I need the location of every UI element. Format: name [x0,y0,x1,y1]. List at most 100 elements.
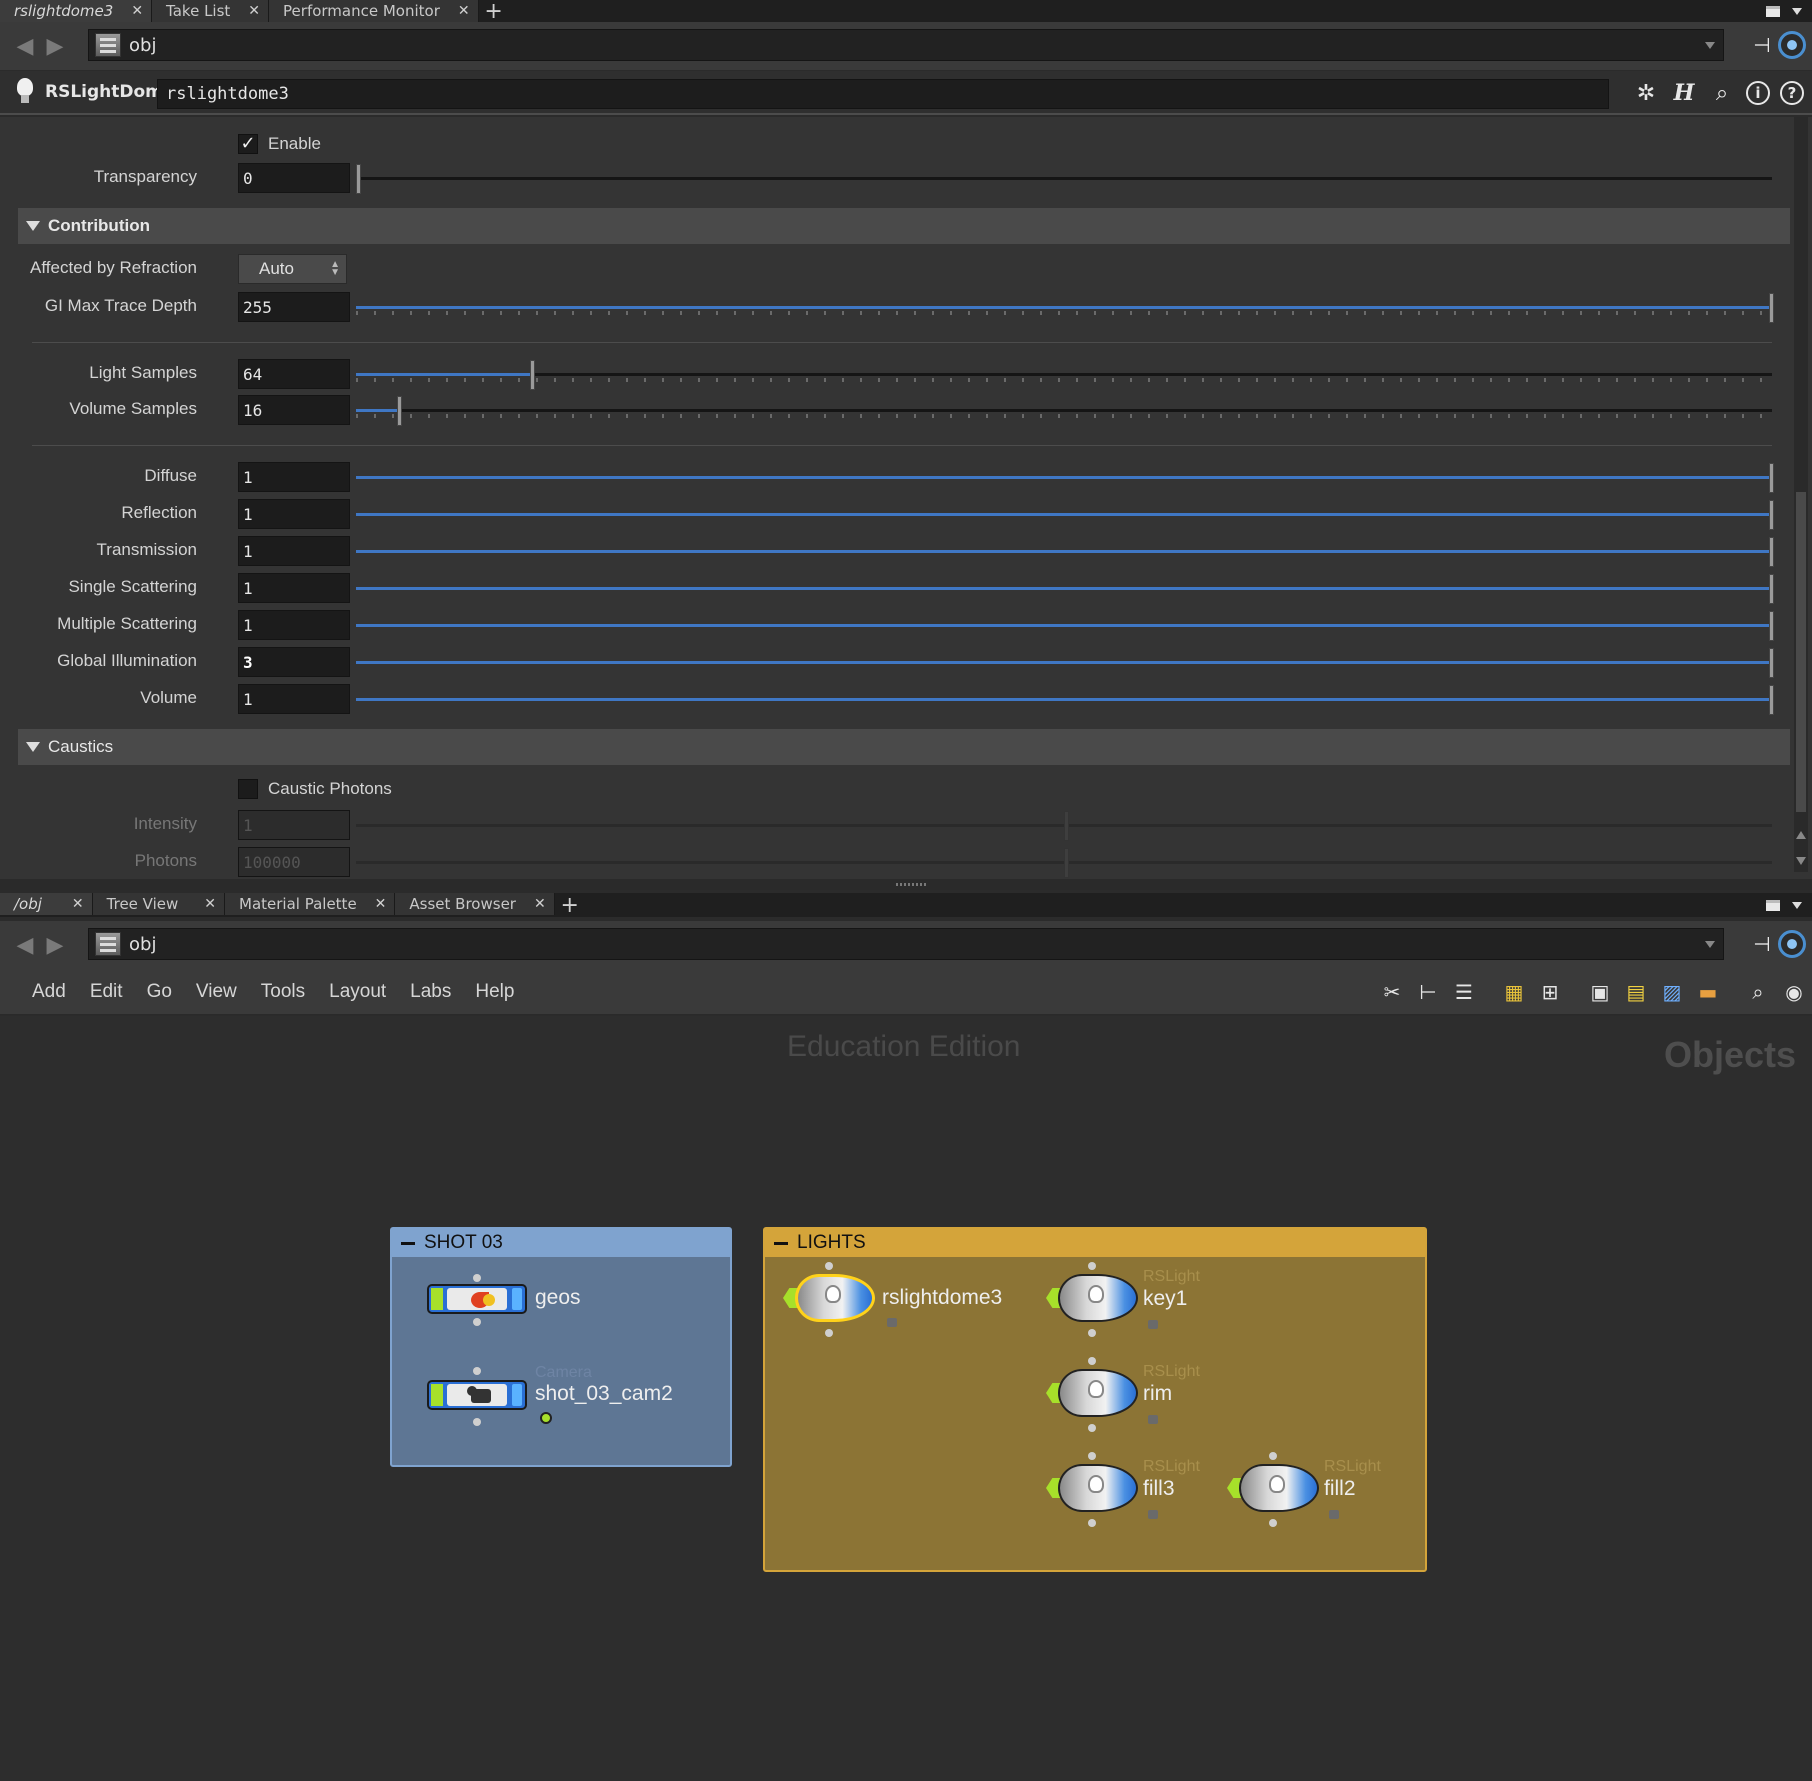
contribution-section[interactable]: Contribution [18,208,1790,244]
scroll-up-icon[interactable] [1796,831,1806,839]
volume-slider[interactable] [356,685,1774,715]
menu-labs[interactable]: Labs [410,981,451,1003]
back-arrow-icon[interactable]: ◀ [10,31,40,61]
background-image-icon[interactable]: ▨ [1658,978,1686,1006]
link-icon[interactable] [1778,31,1806,59]
path-dropdown-icon[interactable] [1705,42,1715,49]
parameter-scrollbar[interactable] [1794,117,1808,872]
camera-node-icon[interactable] [427,1380,527,1410]
pane-menu-icon[interactable] [1792,901,1802,909]
light-node-icon[interactable] [1046,1365,1138,1421]
multiple-scattering-slider[interactable] [356,611,1774,641]
menu-view[interactable]: View [196,981,237,1003]
volume-field[interactable]: 1 [238,684,350,714]
menu-edit[interactable]: Edit [90,981,123,1003]
maximize-icon[interactable] [1766,5,1780,17]
path-field[interactable]: obj [88,928,1724,960]
caustics-section[interactable]: Caustics [18,729,1790,765]
network-box-icon[interactable]: ▣ [1586,978,1614,1006]
gi-max-trace-depth-field[interactable]: 255 [238,292,350,322]
pane-divider[interactable] [0,879,1812,890]
multiple-scattering-field[interactable]: 1 [238,610,350,640]
light-samples-slider[interactable] [356,360,1772,390]
geometry-node-icon[interactable] [427,1284,527,1314]
gi-max-trace-depth-slider[interactable] [356,293,1774,323]
single-scattering-slider[interactable] [356,574,1774,604]
box-header[interactable]: SHOT 03 [392,1229,730,1257]
volume-samples-slider[interactable] [356,396,1772,426]
transmission-field[interactable]: 1 [238,536,350,566]
help-icon[interactable]: ? [1780,81,1804,105]
pane-menu-icon[interactable] [1792,7,1802,15]
tab-performance-monitor[interactable]: Performance Monitor ✕ [269,0,479,22]
wrench-icon[interactable]: ✂ [1378,978,1406,1006]
add-tab-icon[interactable]: + [479,0,509,24]
divider-grip[interactable] [896,883,926,886]
collapse-icon[interactable] [774,1241,788,1245]
tab-asset-browser[interactable]: Asset Browser ✕ [395,893,555,915]
transparency-slider[interactable] [356,164,1772,194]
box-header[interactable]: LIGHTS [765,1229,1425,1257]
light-samples-field[interactable]: 64 [238,359,350,389]
collapse-triangle-icon[interactable] [26,221,40,231]
dome-light-node-icon[interactable] [783,1270,875,1326]
eye-icon[interactable]: ◉ [1780,978,1808,1006]
transparency-field[interactable]: 0 [238,163,350,193]
forward-arrow-icon[interactable]: ▶ [40,31,70,61]
info-icon[interactable]: i [1746,81,1770,105]
color-palette-icon[interactable]: ▦ [1500,978,1528,1006]
menu-layout[interactable]: Layout [329,981,386,1003]
tab-take-list[interactable]: Take List ✕ [152,0,270,22]
forward-arrow-icon[interactable]: ▶ [40,930,70,960]
tab-obj[interactable]: /obj ✕ [0,893,93,915]
tree-icon[interactable]: ⊢ [1414,978,1442,1006]
path-dropdown-icon[interactable] [1705,941,1715,948]
network-view[interactable]: Education Edition Objects SHOT 03 geos C… [0,1016,1812,1781]
display-flag-icon[interactable] [540,1412,552,1424]
single-scattering-field[interactable]: 1 [238,573,350,603]
close-icon[interactable]: ✕ [131,3,143,19]
menu-tools[interactable]: Tools [261,981,305,1003]
link-icon[interactable] [1778,930,1806,958]
back-arrow-icon[interactable]: ◀ [10,930,40,960]
global-illumination-field[interactable]: 3 [238,647,350,677]
box-icon[interactable]: ▬ [1694,978,1722,1006]
pin-icon[interactable]: ⊣ [1750,34,1774,56]
volume-samples-field[interactable]: 16 [238,395,350,425]
affected-by-refraction-menu[interactable]: Auto ▲ ▼ [238,254,347,284]
hscript-icon[interactable]: H [1670,79,1698,107]
caustic-photons-checkbox[interactable] [238,779,258,799]
light-node-icon[interactable] [1046,1270,1138,1326]
light-node-icon[interactable] [1227,1460,1319,1516]
gear-icon[interactable]: ✲ [1632,79,1660,107]
search-icon[interactable]: ⌕ [1744,978,1772,1006]
pin-icon[interactable]: ⊣ [1750,933,1774,955]
tab-tree-view[interactable]: Tree View ✕ [92,893,226,915]
close-icon[interactable]: ✕ [375,896,387,912]
collapse-icon[interactable] [401,1241,415,1245]
scroll-down-icon[interactable] [1796,857,1806,865]
enable-checkbox[interactable]: ✓ [238,134,258,154]
search-icon[interactable]: ⌕ [1708,79,1736,107]
close-icon[interactable]: ✕ [248,3,260,19]
path-field[interactable]: obj [88,29,1724,61]
menu-help[interactable]: Help [475,981,514,1003]
close-icon[interactable]: ✕ [72,896,84,912]
reflection-field[interactable]: 1 [238,499,350,529]
collapse-triangle-icon[interactable] [26,742,40,752]
global-illumination-slider[interactable] [356,648,1774,678]
node-name-field[interactable]: rslightdome3 [157,79,1609,109]
light-node-icon[interactable] [1046,1460,1138,1516]
scrollbar-thumb[interactable] [1796,492,1806,812]
close-icon[interactable]: ✕ [534,896,546,912]
menu-add[interactable]: Add [32,981,66,1003]
network-box-shot-03[interactable]: SHOT 03 [390,1227,732,1467]
add-tab-icon[interactable]: + [555,893,585,918]
maximize-icon[interactable] [1766,899,1780,911]
tab-material-palette[interactable]: Material Palette ✕ [225,893,396,915]
transmission-slider[interactable] [356,537,1774,567]
diffuse-slider[interactable] [356,463,1774,493]
tab-rslightdome3[interactable]: rslightdome3 ✕ [0,0,153,22]
sticky-note-icon[interactable]: ▤ [1622,978,1650,1006]
shape-palette-icon[interactable]: ⊞ [1536,978,1564,1006]
